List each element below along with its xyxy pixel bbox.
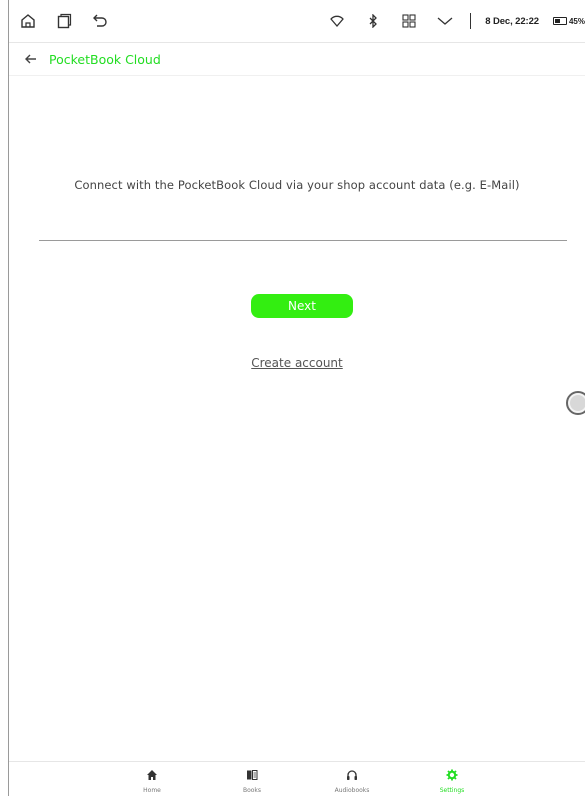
page-header: PocketBook Cloud [9, 43, 585, 76]
nav-audiobooks[interactable]: Audiobooks [322, 766, 382, 794]
page-title: PocketBook Cloud [49, 51, 161, 67]
connect-description: Connect with the PocketBook Cloud via yo… [74, 178, 520, 192]
undo-icon[interactable] [89, 10, 111, 32]
bottom-navigation: Home Books Audiobooks Settings [9, 761, 585, 796]
gear-icon [446, 766, 458, 785]
nav-settings-label: Settings [439, 787, 465, 794]
book-icon [246, 766, 258, 785]
chevron-down-icon[interactable] [434, 10, 456, 32]
nav-audiobooks-label: Audiobooks [334, 787, 370, 794]
nav-home[interactable]: Home [122, 766, 182, 794]
status-separator [470, 13, 472, 29]
headphones-icon [346, 766, 358, 785]
nav-home-label: Home [143, 787, 161, 794]
create-account-container: Create account [9, 352, 585, 371]
battery-level: 45% [568, 16, 585, 26]
nav-settings[interactable]: Settings [422, 766, 482, 794]
date-time: 8 Dec, 22:22 [485, 15, 539, 27]
floating-button-icon [570, 395, 585, 411]
battery-icon [552, 17, 567, 25]
bluetooth-icon[interactable] [362, 10, 384, 32]
app-frame: 8 Dec, 22:22 45% PocketBook Cloud Connec… [8, 0, 585, 796]
next-button[interactable]: Next [251, 294, 353, 318]
home-icon [146, 766, 158, 785]
back-arrow-icon[interactable] [19, 47, 43, 71]
email-field[interactable] [39, 215, 567, 241]
nav-books-label: Books [242, 787, 262, 794]
create-account-link[interactable]: Create account [251, 356, 343, 370]
nav-books[interactable]: Books [222, 766, 282, 794]
grid-icon[interactable] [398, 10, 420, 32]
window-icon[interactable] [53, 10, 75, 32]
battery-indicator: 45% [552, 16, 585, 26]
status-bar: 8 Dec, 22:22 45% [9, 0, 585, 43]
wifi-icon[interactable] [326, 10, 348, 32]
floating-assist-button[interactable] [566, 391, 585, 415]
home-outline-icon[interactable] [17, 10, 39, 32]
